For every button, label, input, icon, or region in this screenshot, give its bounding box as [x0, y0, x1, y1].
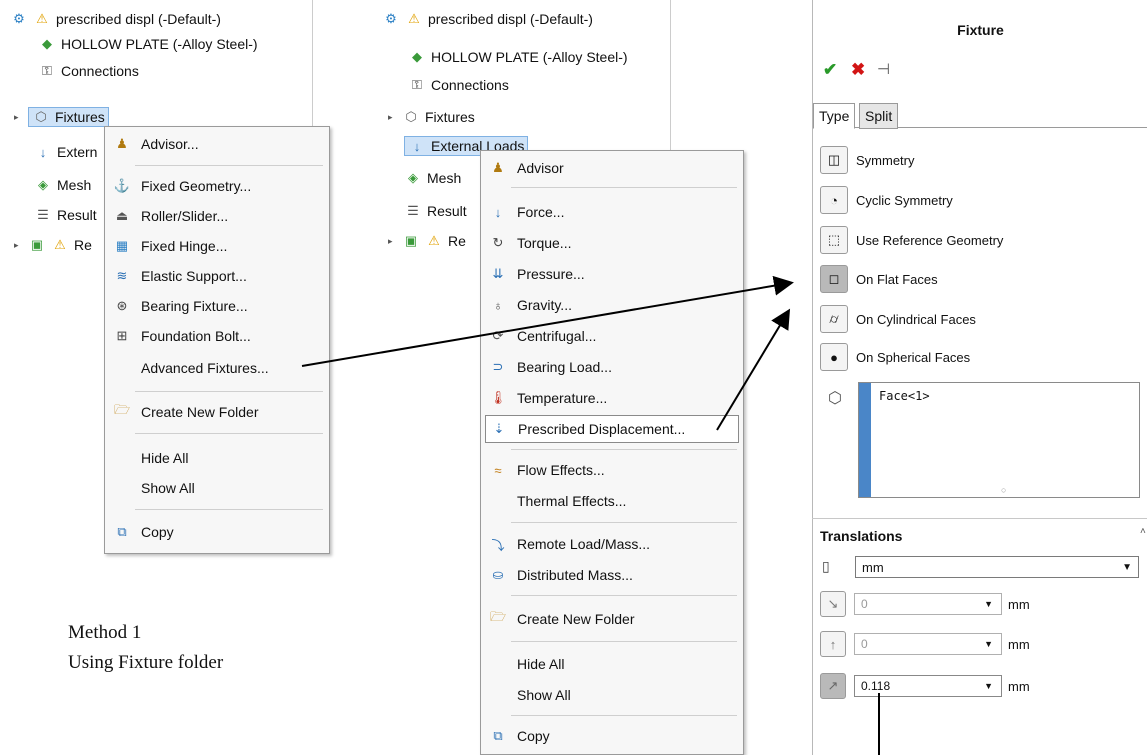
arrow-advanced-to-flat-faces [301, 275, 794, 367]
annotation-arrows [301, 275, 880, 755]
arrow-prescribed-to-cylindrical-faces [716, 308, 791, 431]
